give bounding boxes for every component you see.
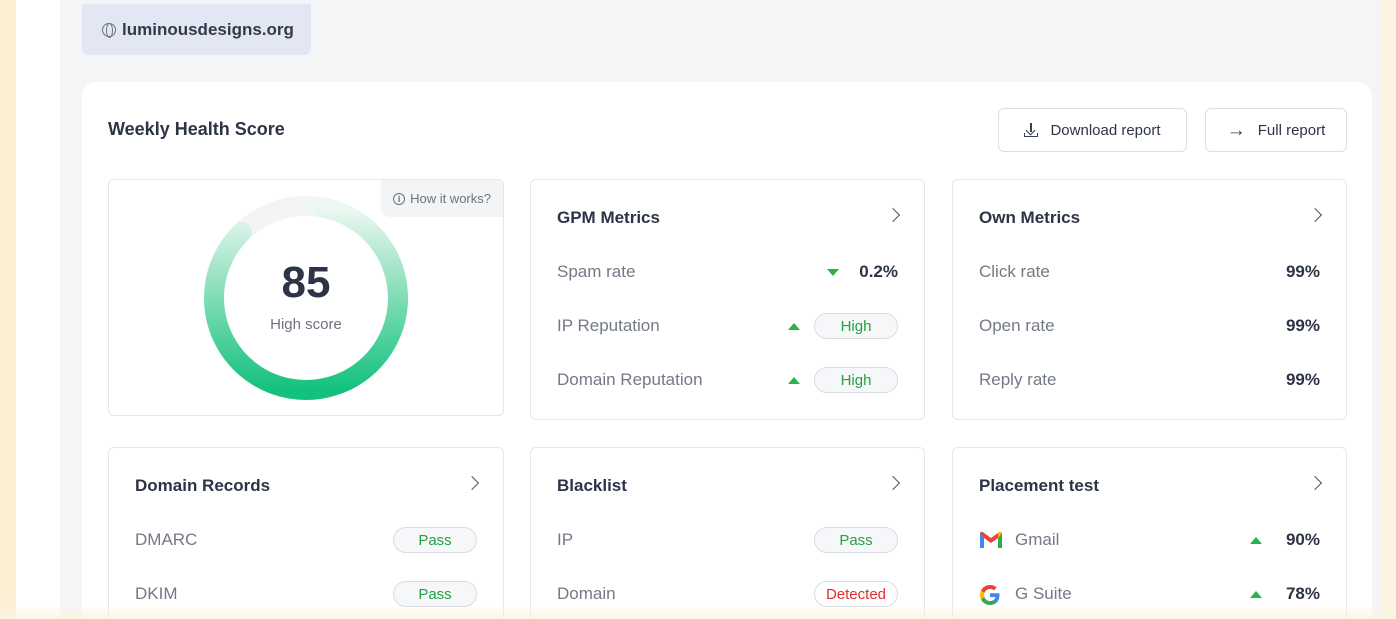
dmarc-label: DMARC (135, 530, 198, 549)
own-metrics-title: Own Metrics (979, 208, 1081, 227)
chevron-right-icon[interactable] (464, 475, 480, 491)
domain-records-title: Domain Records (135, 476, 271, 495)
dkim-status-badge: Pass (393, 581, 477, 607)
domain-blacklist-label: Domain (557, 584, 616, 603)
panel-title: Weekly Health Score (108, 119, 285, 139)
reply-rate-row: Reply rate 99% (979, 367, 1320, 393)
spam-rate-row: Spam rate 0.2% (557, 259, 898, 285)
blacklist-title: Blacklist (557, 476, 627, 495)
bottom-fade (0, 605, 1396, 619)
domain-name: luminousdesigns.org (122, 19, 294, 39)
chevron-right-icon[interactable] (1307, 475, 1323, 491)
chevron-right-icon[interactable] (885, 207, 901, 223)
google-icon (979, 584, 1003, 605)
reply-rate-label: Reply rate (979, 370, 1057, 389)
spam-rate-value: 0.2% (859, 262, 898, 281)
download-report-button[interactable]: Download report (998, 108, 1187, 152)
open-rate-label: Open rate (979, 316, 1055, 335)
spam-rate-label: Spam rate (557, 262, 636, 281)
score-card: i How it works? 85 High score (108, 179, 504, 416)
full-report-button[interactable]: → Full report (1205, 108, 1347, 152)
sidebar-strip (16, 0, 60, 619)
open-rate-row: Open rate 99% (979, 313, 1320, 339)
dmarc-row: DMARC Pass (135, 527, 477, 553)
domain-blacklist-badge: Detected (814, 581, 898, 607)
ip-blacklist-row: IP Pass (557, 527, 898, 553)
dmarc-status-badge: Pass (393, 527, 477, 553)
open-rate-value: 99% (1285, 316, 1320, 335)
gmail-row: Gmail 90% (979, 527, 1320, 553)
score-label: High score (270, 316, 342, 333)
chevron-right-icon[interactable] (885, 475, 901, 491)
trend-up-icon (1249, 590, 1262, 598)
ip-reputation-row: IP Reputation High (557, 313, 898, 339)
click-rate-row: Click rate 99% (979, 259, 1320, 285)
domain-reputation-badge: High (814, 367, 898, 393)
dkim-row: DKIM Pass (135, 581, 477, 607)
outer-frame-right (1382, 0, 1396, 619)
download-icon (1024, 123, 1039, 137)
click-rate-label: Click rate (979, 262, 1050, 281)
score-value: 85 (281, 258, 331, 307)
download-report-label: Download report (1050, 121, 1161, 139)
ip-reputation-badge: High (814, 313, 898, 339)
trend-down-icon (827, 268, 840, 276)
globe-icon (102, 22, 116, 38)
trend-up-icon (1249, 536, 1262, 544)
reply-rate-value: 99% (1285, 370, 1320, 389)
own-metrics-card[interactable]: Own Metrics Click rate 99% Open rate 99%… (952, 179, 1347, 420)
ip-blacklist-badge: Pass (814, 527, 898, 553)
gmail-icon (979, 530, 1003, 550)
gpm-metrics-title: GPM Metrics (557, 208, 660, 227)
chevron-right-icon[interactable] (1307, 207, 1323, 223)
domain-records-card[interactable]: Domain Records DMARC Pass DKIM Pass (108, 447, 504, 619)
outer-frame-left (0, 0, 16, 619)
ip-reputation-label: IP Reputation (557, 316, 660, 335)
arrow-right-icon: → (1226, 119, 1246, 141)
gpm-metrics-card[interactable]: GPM Metrics Spam rate 0.2% IP Reputation… (530, 179, 925, 420)
placement-test-card[interactable]: Placement test Gmail 90% G Suite 78% (952, 447, 1347, 619)
placement-test-title: Placement test (979, 476, 1099, 495)
click-rate-value: 99% (1285, 262, 1320, 281)
gsuite-value: 78% (1285, 584, 1320, 603)
dkim-label: DKIM (135, 584, 178, 603)
gmail-label: Gmail (1015, 530, 1060, 549)
domain-reputation-row: Domain Reputation High (557, 367, 898, 393)
domain-blacklist-row: Domain Detected (557, 581, 898, 607)
domain-tab[interactable]: luminousdesigns.org (82, 4, 311, 55)
gsuite-label: G Suite (1015, 584, 1072, 603)
blacklist-card[interactable]: Blacklist IP Pass Domain Detected (530, 447, 925, 619)
full-report-label: Full report (1257, 121, 1326, 139)
gsuite-row: G Suite 78% (979, 581, 1320, 607)
trend-up-icon (788, 322, 800, 330)
trend-up-icon (788, 376, 800, 384)
domain-reputation-label: Domain Reputation (557, 370, 703, 389)
ip-blacklist-label: IP (557, 530, 574, 549)
gmail-value: 90% (1285, 530, 1320, 549)
